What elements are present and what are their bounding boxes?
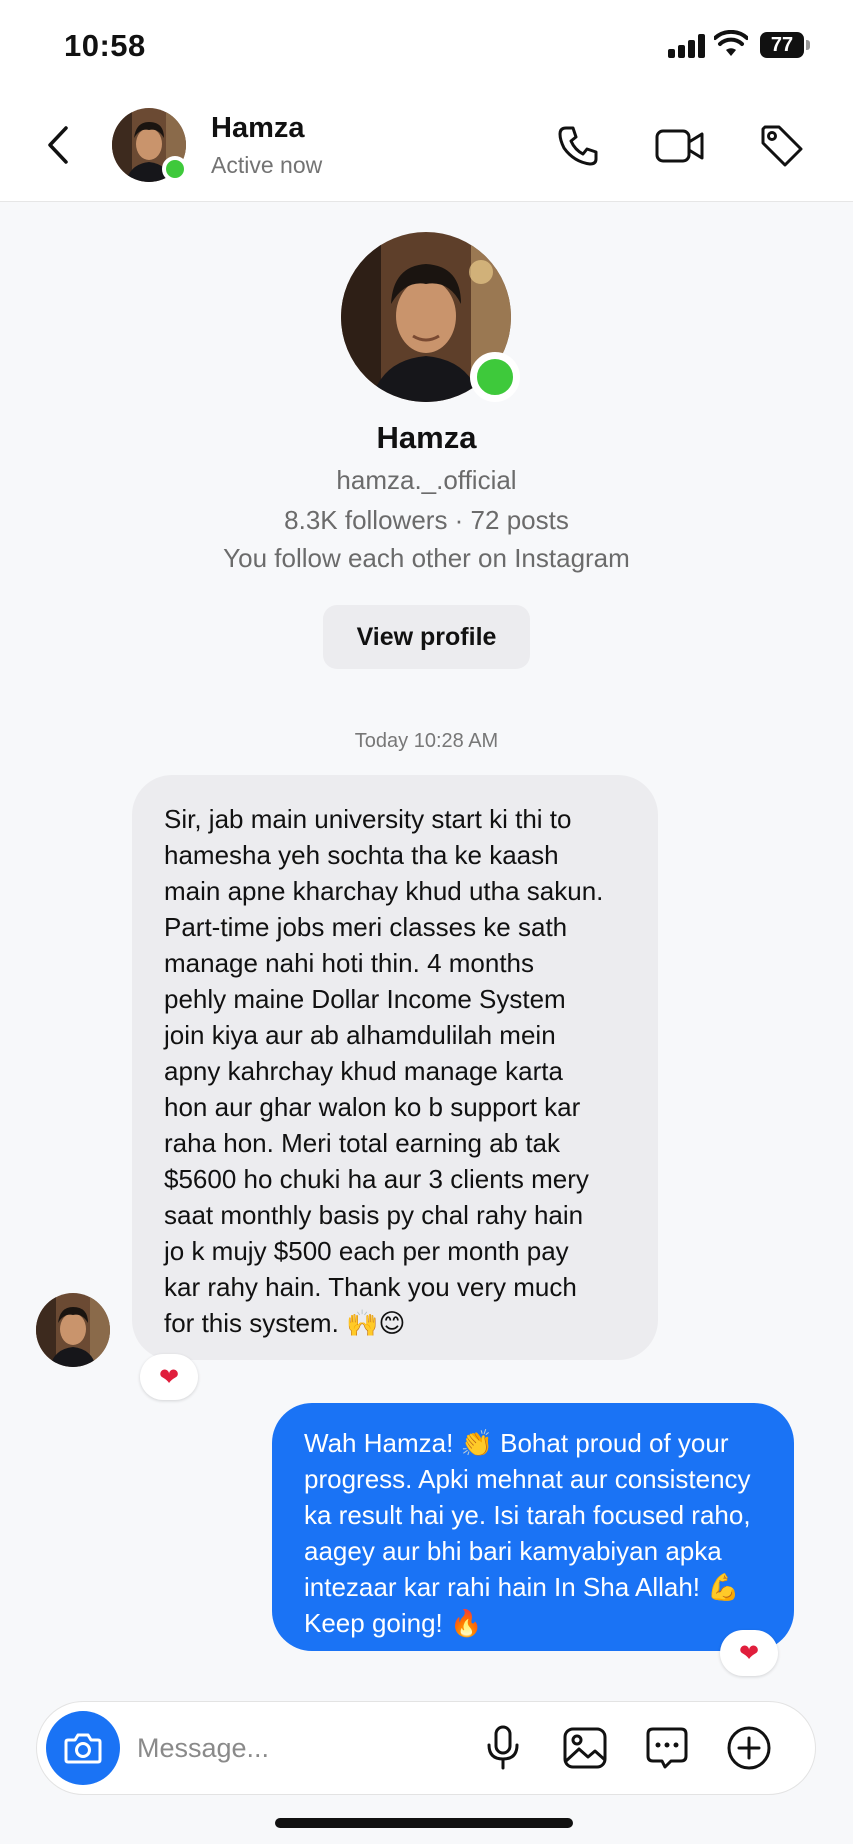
dm-screen: 10:58 77 Hamza Active now Hamza hamza._.… xyxy=(0,0,853,1844)
battery-level: 77 xyxy=(760,32,804,58)
contact-name[interactable]: Hamza xyxy=(211,112,305,145)
wifi-icon xyxy=(713,29,749,63)
voice-message-button[interactable] xyxy=(477,1722,529,1774)
mutual-follow-text: You follow each other on Instagram xyxy=(223,543,630,573)
camera-button[interactable] xyxy=(46,1711,120,1785)
message-input[interactable] xyxy=(137,1724,397,1772)
plus-icon xyxy=(727,1726,771,1770)
profile-name: Hamza xyxy=(376,420,477,455)
sender-avatar[interactable] xyxy=(36,1293,110,1367)
view-profile-button[interactable]: View profile xyxy=(323,605,530,669)
message-composer xyxy=(36,1701,816,1795)
sticker-button[interactable] xyxy=(641,1722,693,1774)
sticker-icon xyxy=(646,1727,688,1769)
gallery-button[interactable] xyxy=(559,1722,611,1774)
chat-header: Hamza Active now xyxy=(0,90,853,202)
tag-icon xyxy=(761,125,803,167)
video-call-button[interactable] xyxy=(654,120,706,172)
active-status: Active now xyxy=(211,152,323,178)
back-button[interactable] xyxy=(38,120,78,170)
online-indicator xyxy=(162,156,188,182)
heart-reaction[interactable]: ❤ xyxy=(720,1630,778,1676)
home-indicator[interactable] xyxy=(275,1818,573,1828)
heart-icon: ❤ xyxy=(738,1639,760,1667)
heart-icon: ❤ xyxy=(158,1363,180,1391)
microphone-icon xyxy=(487,1725,519,1770)
camera-icon xyxy=(64,1733,102,1764)
battery-icon: 77 xyxy=(760,32,810,58)
back-chevron-icon xyxy=(48,126,68,164)
audio-call-button[interactable] xyxy=(552,120,604,172)
phone-icon xyxy=(558,126,598,166)
video-camera-icon xyxy=(655,129,704,163)
heart-reaction[interactable]: ❤ xyxy=(140,1354,198,1400)
more-options-button[interactable] xyxy=(723,1722,775,1774)
status-bar: 10:58 77 xyxy=(0,0,853,90)
message-timestamp: Today 10:28 AM xyxy=(354,730,499,752)
label-button[interactable] xyxy=(756,120,808,172)
cellular-signal-icon xyxy=(668,34,706,58)
profile-username: hamza._.official xyxy=(336,465,517,495)
outgoing-message-text: Wah Hamza! 👏 Bohat proud of your progres… xyxy=(304,1428,751,1638)
status-time: 10:58 xyxy=(64,28,146,63)
outgoing-message[interactable]: Wah Hamza! 👏 Bohat proud of your progres… xyxy=(272,1403,794,1651)
gallery-icon xyxy=(563,1727,607,1769)
incoming-message[interactable]: Sir, jab main university start ki thi to… xyxy=(132,775,658,1360)
online-indicator xyxy=(470,352,520,402)
incoming-message-text: Sir, jab main university start ki thi to… xyxy=(164,804,604,1338)
profile-stats: 8.3K followers · 72 posts xyxy=(284,505,569,535)
